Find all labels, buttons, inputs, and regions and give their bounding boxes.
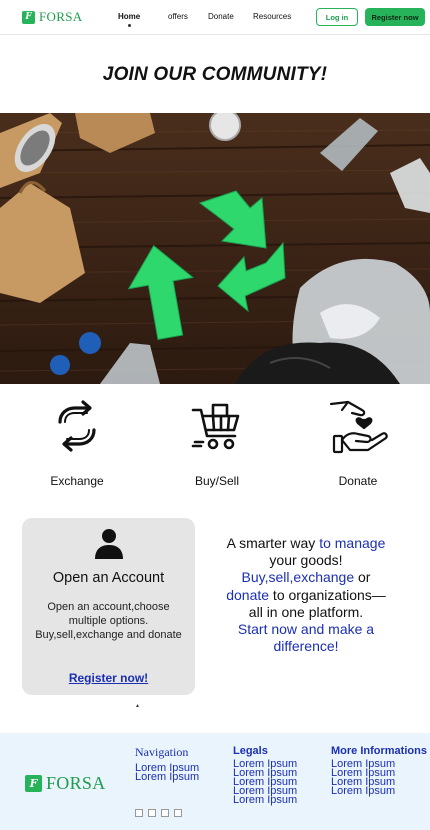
tagline-highlight: Buy,sell,exchange [241, 569, 355, 586]
donate-hands-icon [329, 400, 388, 454]
footer-more-column: More Informations Lorem Ipsum Lorem Ipsu… [331, 745, 427, 797]
footer-link[interactable]: Lorem Ipsum [233, 795, 297, 806]
footer: F FORSA Navigation Lorem Ipsum Lorem Ips… [0, 733, 430, 830]
feature-buy-sell-label: Buy/Sell [194, 474, 240, 488]
tagline-highlight: donate [226, 586, 270, 603]
footer-brand-name: FORSA [46, 773, 106, 793]
top-navbar: F FORSA Home offers Donate Resources Log… [0, 0, 430, 35]
card-description: Open an account,choose multiple options.… [35, 601, 182, 641]
logo-icon: F [25, 775, 42, 792]
shopping-cart-icon [191, 403, 240, 450]
exchange-arrows-icon [58, 400, 96, 452]
tagline-part: A smarter way [226, 535, 320, 551]
footer-link[interactable]: Lorem Ipsum [135, 772, 199, 783]
footer-navigation-column: Navigation Lorem Ipsum Lorem Ipsum [135, 745, 199, 783]
social-icon[interactable] [148, 809, 156, 817]
footer-legals-column: Legals Lorem Ipsum Lorem Ipsum Lorem Ips… [233, 745, 297, 806]
register-button[interactable]: Register now [365, 8, 425, 26]
feature-exchange-label: Exchange [50, 474, 104, 488]
feature-exchange[interactable]: Exchange [17, 400, 137, 488]
tagline-part: your goods! [269, 552, 343, 569]
social-icon[interactable] [161, 809, 169, 817]
social-icon[interactable] [135, 809, 143, 817]
tagline: A smarter way to manage your goods! Buy,… [226, 535, 386, 655]
feature-buy-sell[interactable]: Buy/Sell [157, 400, 277, 488]
card-title: Open an Account [52, 570, 165, 586]
page-title: JOIN OUR COMMUNITY! [102, 64, 328, 85]
footer-legals-title: Legals [233, 745, 268, 757]
logo-icon: F [22, 10, 35, 24]
open-account-card: Open an Account Open an account,choose m… [22, 518, 195, 695]
feature-donate-label: Donate [338, 474, 378, 488]
nav-item-home[interactable]: Home [118, 12, 140, 21]
nav-item-resources[interactable]: Resources [253, 12, 291, 21]
social-icon[interactable] [174, 809, 182, 817]
user-icon [95, 529, 123, 559]
feature-donate[interactable]: Donate [298, 400, 418, 488]
register-now-link[interactable]: Register now! [22, 671, 195, 685]
hero-image-recycling [0, 113, 430, 384]
brand-name: FORSA [39, 9, 83, 24]
tagline-part: to organizations—all in one platform. [248, 586, 386, 620]
small-caret-icon: ▲ [135, 703, 140, 709]
social-icons [135, 809, 182, 817]
footer-more-title: More Informations [331, 745, 427, 757]
nav-item-offers[interactable]: offers [168, 12, 188, 21]
brand-logo[interactable]: F FORSA [22, 9, 82, 25]
tagline-cta: Start now and make a difference! [237, 621, 375, 655]
footer-navigation-title: Navigation [135, 745, 189, 759]
tagline-highlight: to manage [319, 535, 386, 551]
login-button[interactable]: Log in [316, 8, 358, 26]
nav-item-donate[interactable]: Donate [208, 12, 234, 21]
footer-link[interactable]: Lorem Ipsum [331, 786, 427, 797]
active-indicator [128, 24, 131, 27]
tagline-part: or [354, 569, 371, 586]
footer-logo[interactable]: F FORSA [25, 773, 106, 794]
